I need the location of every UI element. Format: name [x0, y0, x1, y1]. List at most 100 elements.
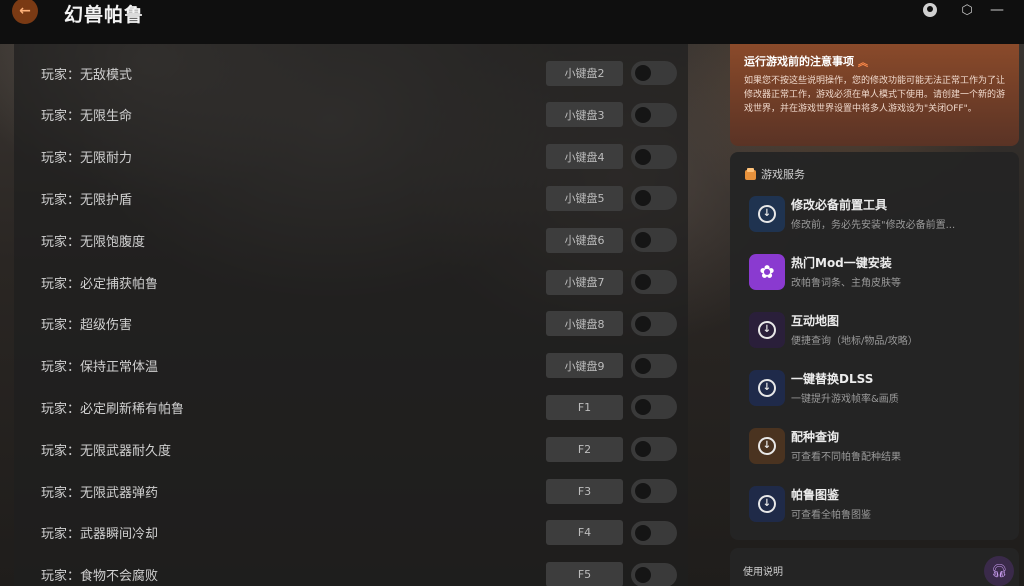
service-icon-tile: ↓	[749, 312, 785, 348]
service-item[interactable]: ↓ 互动地图便捷查询（地标/物品/攻略）	[749, 312, 1009, 352]
settings-icon: ⬡	[961, 2, 973, 18]
cheat-row: 玩家：保持正常体温 小键盘9	[14, 345, 688, 387]
cheat-label: 玩家：无限护盾	[41, 192, 133, 208]
user-button[interactable]	[921, 1, 939, 19]
hotkey-button[interactable]: 小键盘3	[546, 102, 623, 128]
service-subtitle: 便捷查询（地标/物品/攻略）	[791, 336, 918, 347]
service-title: 一键替换DLSS	[791, 372, 874, 386]
toggle-knob	[635, 357, 651, 374]
hotkey-button[interactable]: 小键盘2	[546, 60, 623, 86]
cheat-label: 玩家：无限饱腹度	[41, 234, 146, 250]
toggle-knob	[635, 232, 651, 249]
service-title: 帕鲁图鉴	[791, 488, 840, 502]
cheat-toggle[interactable]	[631, 520, 677, 545]
notice-title: 运行游戏前的注意事项	[744, 55, 854, 68]
cheat-row: 玩家：食物不会腐败 F5	[14, 554, 688, 586]
back-button[interactable]: ←	[12, 0, 38, 24]
cheat-toggle[interactable]	[631, 395, 677, 420]
cheat-row: 玩家：必定捕获帕鲁 小键盘7	[14, 261, 688, 303]
hotkey-button[interactable]: F2	[546, 436, 623, 462]
cheat-toggle[interactable]	[631, 186, 677, 211]
hotkey-button[interactable]: 小键盘9	[546, 353, 623, 379]
service-icon-tile: ↓	[749, 428, 785, 464]
cheat-row: 玩家：无限耐力 小键盘4	[14, 136, 688, 178]
title-bar: ← 幻兽帕鲁 ⬡ —	[0, 0, 1024, 44]
cheat-label: 玩家：无限生命	[41, 109, 133, 125]
toggle-knob	[635, 524, 651, 541]
service-item[interactable]: ↓ 配种查询可查看不同帕鲁配种结果	[749, 428, 1009, 468]
settings-button[interactable]: ⬡	[958, 1, 976, 19]
hotkey-button[interactable]: F5	[546, 562, 623, 586]
cheat-toggle[interactable]	[631, 562, 677, 586]
services-title: 游戏服务	[761, 168, 805, 181]
cheat-toggle[interactable]	[631, 228, 677, 253]
cheat-label: 玩家：无限武器弹药	[41, 485, 159, 501]
service-icon-tile: ✿	[749, 254, 785, 290]
toggle-knob	[635, 274, 651, 290]
service-icon-tile: ↓	[749, 486, 785, 522]
cheat-toggle[interactable]	[631, 61, 677, 85]
cheat-row: 玩家：无限武器耐久度 F2	[14, 428, 688, 470]
service-item[interactable]: ↓ 修改必备前置工具 修改前，务必先安装"修改必备前置...	[749, 196, 1009, 236]
cheat-row: 玩家：无限生命 小键盘3	[14, 94, 688, 136]
notice-header[interactable]: 运行游戏前的注意事项 ︽	[744, 53, 1005, 69]
service-subtitle: 可查看不同帕鲁配种结果	[791, 452, 901, 463]
cheat-label: 玩家：超级伤害	[41, 318, 133, 334]
mod-icon: ✿	[759, 261, 775, 283]
hotkey-button[interactable]: 小键盘6	[546, 227, 623, 253]
service-subtitle: 改帕鲁词条、主角皮肤等	[791, 278, 901, 289]
notice-text: 如果您不按这些说明操作，您的修改功能可能无法正常工作为了让修改器正常工作，游戏必…	[744, 76, 1006, 114]
service-item[interactable]: ↓ 一键替换DLSS 一键提升游戏帧率&画质	[749, 370, 1009, 410]
user-icon	[923, 3, 937, 17]
cheat-row: 玩家：必定刷新稀有帕鲁 F1	[14, 386, 688, 428]
hotkey-button[interactable]: 小键盘5	[546, 185, 623, 211]
game-services-panel: 游戏服务 ↓ 修改必备前置工具 修改前，务必先安装"修改必备前置... ✿ 热门Mod一…	[730, 152, 1019, 540]
service-subtitle: 修改前，务必先安装"修改必备前置...	[791, 220, 956, 231]
cheat-toggle[interactable]	[631, 144, 677, 169]
service-item[interactable]: ✿ 热门Mod一键安装 改帕鲁词条、主角皮肤等	[749, 254, 1009, 294]
cheat-label: 玩家：无限武器耐久度	[41, 443, 172, 459]
cheat-toggle[interactable]	[631, 353, 677, 378]
cheat-toggle[interactable]	[631, 437, 677, 462]
minimize-button[interactable]: —	[988, 1, 1006, 19]
toggle-knob	[635, 65, 651, 81]
cheat-toggle[interactable]	[631, 311, 677, 336]
service-item[interactable]: ↓ 帕鲁图鉴 可查看全帕鲁图鉴	[749, 486, 1009, 526]
headset-icon: 🎧︎	[990, 563, 1008, 579]
app-title: 幻兽帕鲁	[64, 4, 145, 26]
service-icon-tile: ↓	[749, 196, 785, 232]
hotkey-button[interactable]: 小键盘8	[546, 311, 623, 337]
service-title: 热门Mod一键安装	[791, 256, 892, 270]
cheat-row: 玩家：无限饱腹度 小键盘6	[14, 219, 688, 261]
cheat-label: 玩家：无限耐力	[41, 151, 133, 167]
cheat-toggle[interactable]	[631, 270, 677, 294]
toggle-knob	[635, 483, 651, 499]
hotkey-button[interactable]: F4	[546, 520, 623, 546]
cheat-toggle[interactable]	[631, 102, 677, 127]
hotkey-button[interactable]: F1	[546, 394, 623, 420]
toggle-knob	[635, 566, 651, 583]
toggle-knob	[635, 106, 651, 123]
services-header: 游戏服务	[744, 166, 805, 182]
hotkey-button[interactable]: 小键盘7	[546, 269, 623, 295]
toggle-knob	[635, 399, 651, 416]
support-button[interactable]: 🎧︎	[984, 556, 1014, 586]
hotkey-button[interactable]: F3	[546, 478, 623, 504]
cheat-list: 玩家：无敌模式 小键盘2 玩家：无限生命 小键盘3 玩家：无限耐力 小键盘4 玩家：无限护盾…	[14, 44, 688, 586]
cheat-label: 玩家：必定刷新稀有帕鲁	[41, 401, 185, 417]
download-icon: ↓	[758, 379, 776, 397]
service-title: 互动地图	[791, 314, 840, 328]
cheat-row: 玩家：武器瞬间冷却 F4	[14, 512, 688, 554]
hotkey-button[interactable]: 小键盘4	[546, 144, 623, 170]
download-icon: ↓	[758, 321, 776, 339]
service-icon-tile: ↓	[749, 370, 785, 406]
cheat-row: 玩家：无敌模式 小键盘2	[14, 52, 688, 94]
usage-panel: 使用说明 🎧︎	[730, 548, 1019, 586]
cheat-row: 玩家：无限护盾 小键盘5	[14, 177, 688, 219]
download-icon: ↓	[758, 437, 776, 455]
minimize-icon: —	[990, 2, 1004, 18]
toggle-knob	[635, 315, 651, 332]
cheat-toggle[interactable]	[631, 479, 677, 503]
service-title: 配种查询	[791, 430, 840, 444]
toggle-knob	[635, 441, 651, 458]
